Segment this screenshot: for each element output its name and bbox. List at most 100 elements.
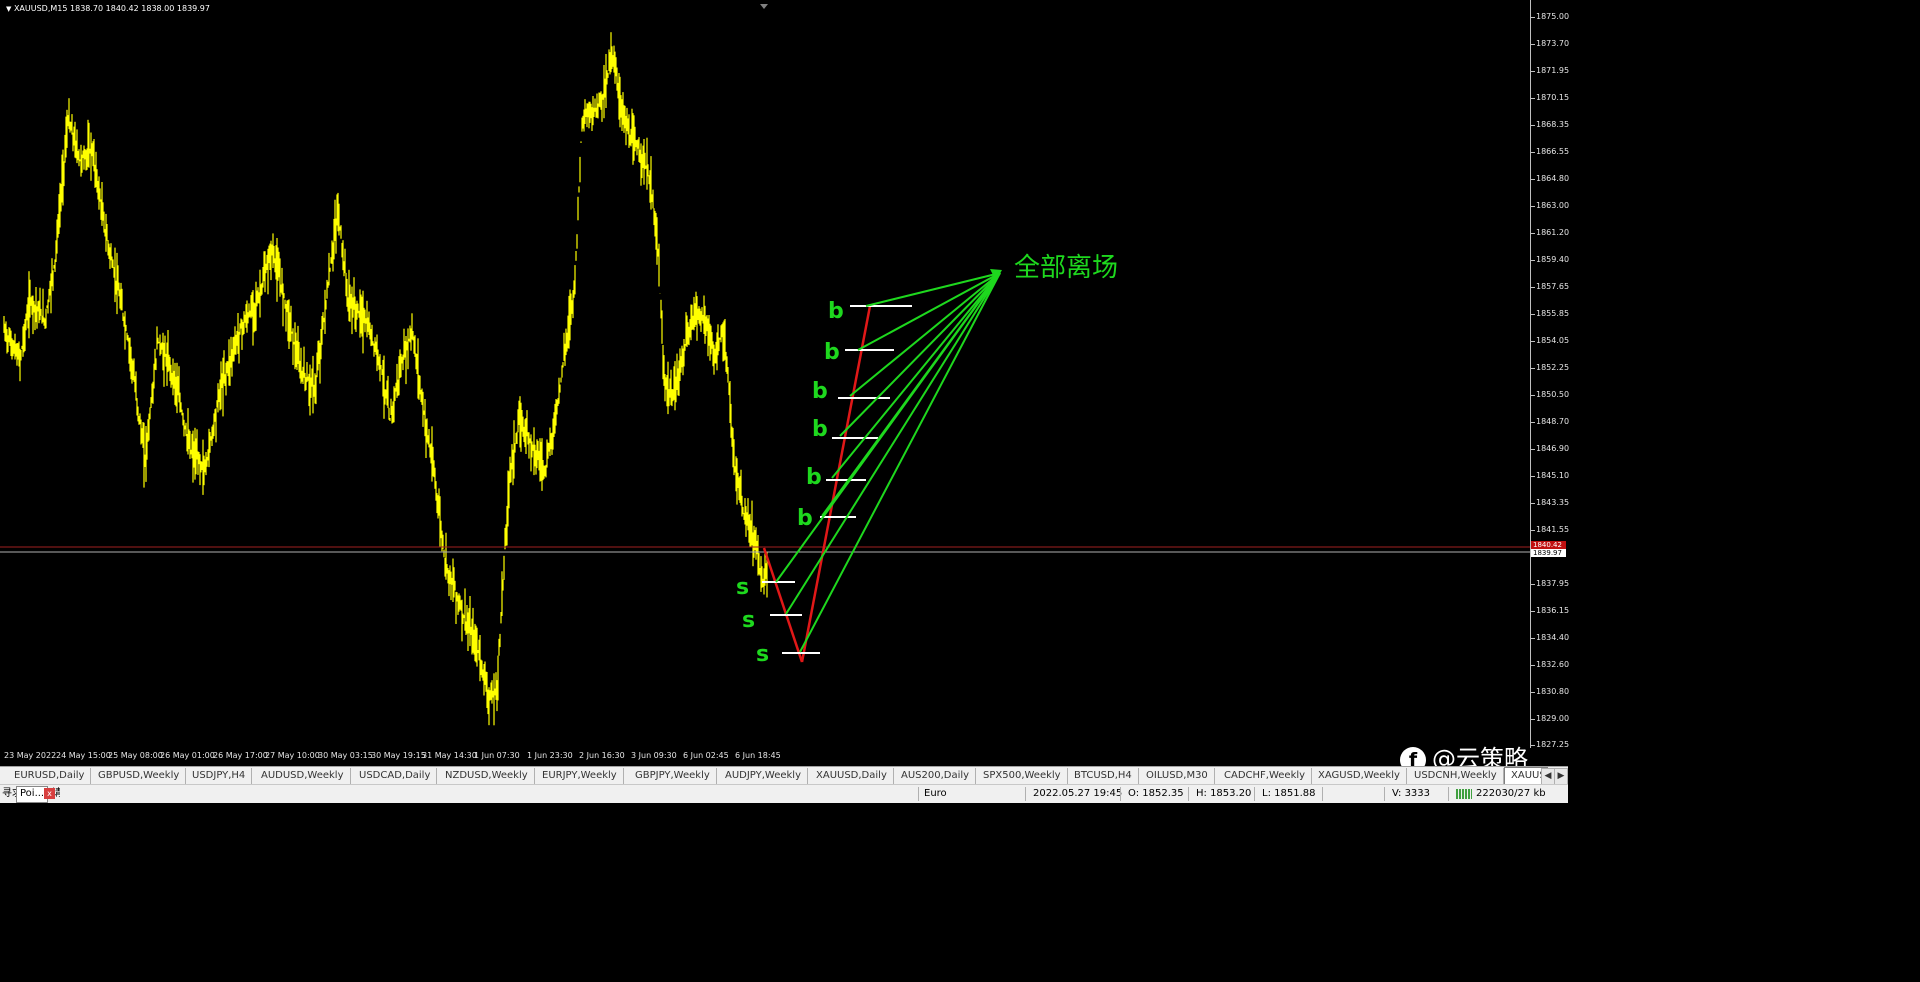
price-tick-mark xyxy=(1531,611,1535,612)
price-tick-label: 1841.55 xyxy=(1536,525,1570,534)
popup-tab-label: Poi... xyxy=(20,788,45,799)
chart-tab[interactable]: USDJPY,H4 xyxy=(186,768,253,784)
price-tick-mark xyxy=(1531,287,1535,288)
price-tick-label: 1843.35 xyxy=(1536,498,1570,507)
time-tick-label: 23 May 2022 xyxy=(4,751,57,760)
exit-fan-line xyxy=(799,272,1001,653)
candles xyxy=(3,32,768,726)
price-tick-mark xyxy=(1531,665,1535,666)
time-tick-label: 3 Jun 09:30 xyxy=(631,751,677,760)
status-bar: 寻求帮助，请按F1键 Poi... x Euro 2022.05.27 19:4… xyxy=(0,784,1568,803)
price-tick-label: 1866.55 xyxy=(1536,147,1570,156)
status-low: L: 1851.88 xyxy=(1262,788,1316,799)
chart-tab[interactable]: XAGUSD,Weekly xyxy=(1312,768,1407,784)
price-tick-mark xyxy=(1531,44,1535,45)
price-tick-mark xyxy=(1531,692,1535,693)
time-tick-label: 26 May 01:00 xyxy=(160,751,215,760)
exit-fan-line xyxy=(775,272,1001,583)
buy-label-5: b xyxy=(806,465,822,490)
price-tick-label: 1827.25 xyxy=(1536,740,1570,749)
time-tick-label: 31 May 14:30 xyxy=(422,751,477,760)
annotations xyxy=(762,269,1002,663)
price-tick-mark xyxy=(1531,449,1535,450)
status-traffic: 222030/27 kb xyxy=(1476,788,1546,799)
chart-tab[interactable]: USDCAD,Daily xyxy=(353,768,438,784)
status-volume: V: 3333 xyxy=(1392,788,1431,799)
price-tick-mark xyxy=(1531,98,1535,99)
exit-fan-line xyxy=(785,272,1001,615)
price-tick-mark xyxy=(1531,422,1535,423)
time-tick-label: 30 May 03:15 xyxy=(318,751,373,760)
price-tick-mark xyxy=(1531,206,1535,207)
price-tick-label: 1837.95 xyxy=(1536,579,1570,588)
price-tick-mark xyxy=(1531,125,1535,126)
price-tick-mark xyxy=(1531,368,1535,369)
time-axis: 23 May 2022 24 May 15:00 25 May 08:00 26 Ma… xyxy=(0,748,1530,766)
buy-label-1: b xyxy=(828,299,844,324)
time-tick-label: 2 Jun 16:30 xyxy=(579,751,625,760)
price-tick-mark xyxy=(1531,17,1535,18)
price-tick-label: 1873.70 xyxy=(1536,39,1570,48)
chart-tab[interactable]: SPX500,Weekly xyxy=(977,768,1068,784)
buy-label-2: b xyxy=(824,340,840,365)
tab-scroll-left-icon[interactable]: ◀ xyxy=(1541,768,1555,785)
chart-tab[interactable]: AUDUSD,Weekly xyxy=(255,768,351,784)
time-tick-label: 26 May 17:00 xyxy=(213,751,268,760)
price-tick-mark xyxy=(1531,341,1535,342)
time-tick-label: 25 May 08:00 xyxy=(108,751,163,760)
buy-label-6: b xyxy=(797,506,813,531)
time-tick-label: 24 May 15:00 xyxy=(56,751,111,760)
chart-tab[interactable]: EURUSD,Daily xyxy=(8,768,92,784)
chart-tab[interactable]: GBPUSD,Weekly xyxy=(92,768,187,784)
chart-tab[interactable]: AUDJPY,Weekly xyxy=(719,768,809,784)
chart-area[interactable]: ▼ XAUUSD,M15 1838.70 1840.42 1838.00 183… xyxy=(0,0,1531,748)
price-tick-mark xyxy=(1531,584,1535,585)
chart-tab[interactable]: AUS200,Daily xyxy=(895,768,977,784)
chart-tab[interactable]: OILUSD,M30 xyxy=(1140,768,1215,784)
price-tick-label: 1850.50 xyxy=(1536,390,1570,399)
price-tick-label: 1864.80 xyxy=(1536,174,1570,183)
price-tick-mark xyxy=(1531,395,1535,396)
price-tick-mark xyxy=(1531,719,1535,720)
price-tick-label: 1854.05 xyxy=(1536,336,1570,345)
sell-label-1: s xyxy=(736,575,750,600)
buy-label-3: b xyxy=(812,379,828,404)
tab-scroll-right-icon[interactable]: ▶ xyxy=(1554,768,1568,785)
chart-tab[interactable]: BTCUSD,H4 xyxy=(1068,768,1139,784)
status-high: H: 1853.20 xyxy=(1196,788,1252,799)
price-tick-label: 1863.00 xyxy=(1536,201,1570,210)
sell-label-2: s xyxy=(742,608,756,633)
price-tick-label: 1834.40 xyxy=(1536,633,1570,642)
bid-price-box: 1840.42 xyxy=(1531,541,1566,549)
price-tick-label: 1848.70 xyxy=(1536,417,1570,426)
status-open: O: 1852.35 xyxy=(1128,788,1184,799)
chart-tab[interactable]: NZDUSD,Weekly xyxy=(439,768,535,784)
time-tick-label: 30 May 19:15 xyxy=(371,751,426,760)
price-tick-mark xyxy=(1531,503,1535,504)
price-chart[interactable] xyxy=(0,0,1530,748)
price-tick-mark xyxy=(1531,71,1535,72)
price-axis: 1875.00 1873.70 1871.95 1870.15 1868.35 1866.… xyxy=(1531,0,1570,749)
close-icon[interactable]: x xyxy=(44,788,55,799)
time-tick-label: 6 Jun 02:45 xyxy=(683,751,729,760)
price-tick-label: 1836.15 xyxy=(1536,606,1570,615)
chart-tab[interactable]: XAUUSD,Daily xyxy=(810,768,894,784)
price-tick-label: 1871.95 xyxy=(1536,66,1570,75)
time-tick-label: 27 May 10:00 xyxy=(265,751,320,760)
time-tick-label: 6 Jun 18:45 xyxy=(735,751,781,760)
price-tick-mark xyxy=(1531,233,1535,234)
price-tick-label: 1857.65 xyxy=(1536,282,1570,291)
shift-marker xyxy=(760,4,768,9)
price-tick-label: 1832.60 xyxy=(1536,660,1570,669)
price-tick-label: 1829.00 xyxy=(1536,714,1570,723)
price-tick-label: 1855.85 xyxy=(1536,309,1570,318)
price-tick-label: 1875.00 xyxy=(1536,12,1570,21)
connection-icon xyxy=(1456,789,1472,799)
chart-tab[interactable]: EURJPY,Weekly xyxy=(536,768,624,784)
price-tick-label: 1861.20 xyxy=(1536,228,1570,237)
price-tick-mark xyxy=(1531,638,1535,639)
chart-tab[interactable]: GBPJPY,Weekly xyxy=(629,768,717,784)
price-tick-label: 1845.10 xyxy=(1536,471,1570,480)
chart-tab[interactable]: USDCNH,Weekly xyxy=(1408,768,1504,784)
chart-tab[interactable]: CADCHF,Weekly xyxy=(1218,768,1313,784)
